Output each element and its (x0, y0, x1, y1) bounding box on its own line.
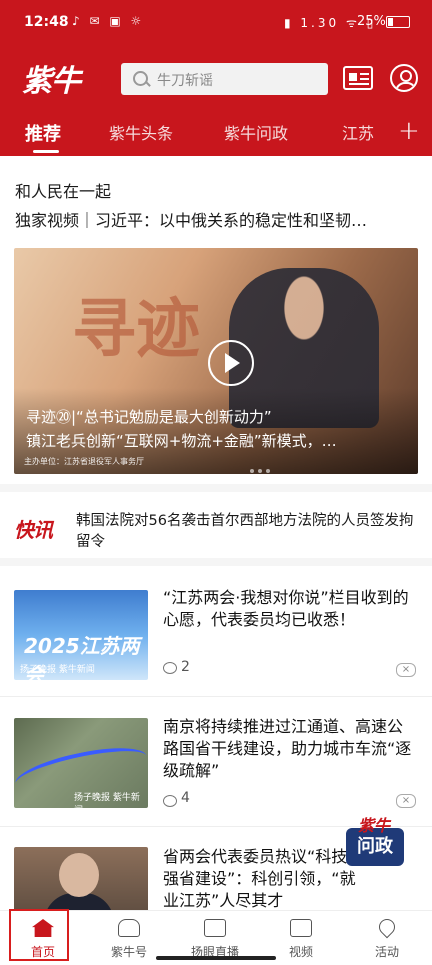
tab-jiangsu[interactable]: 江苏 (342, 120, 374, 144)
tab-ziniu-wenzheng[interactable]: 紫牛问政 (224, 120, 288, 144)
nav-activity-label: 活动 (374, 945, 399, 959)
play-icon[interactable] (208, 340, 254, 386)
kuaixun-logo: 快讯 (14, 518, 53, 542)
article-title[interactable]: “江苏两会·我想对你说”栏目收到的心愿，代表委员均已收悉！ (163, 587, 418, 631)
article-thumbnail[interactable]: 2025江苏两会 扬子晚报 紫牛新闻 (14, 590, 148, 680)
article-thumbnail[interactable]: 扬子晚报 紫牛新闻 (14, 718, 148, 808)
comment-icon (163, 662, 177, 674)
kuaixun-text[interactable]: 韩国法院对56名袭击首尔西部地方法院的人员签发拘留令 (76, 511, 416, 549)
status-time: 12:48 (24, 14, 69, 30)
clapper-icon (290, 919, 312, 937)
header-bar: 12:48 ♪ ✉ ▣ ☼ ▮ 1.30 ᯤ ▯ 25% 紫牛 牛刀斩谣 推荐 … (0, 0, 432, 156)
top-subheadline[interactable]: 独家视频｜习近平：以中俄关系的稳定性和坚韧… (15, 207, 420, 231)
comment-icon (163, 795, 177, 807)
hero-video-card[interactable]: 寻迹 寻迹⑳|“总书记勉励是最大创新动力” 镇江老兵创新“互联网+物流+金融”新… (14, 248, 418, 474)
comment-count: 4 (181, 790, 190, 806)
dislike-close-icon[interactable]: × (396, 794, 416, 808)
notification-icons: ♪ ✉ ▣ ☼ (72, 14, 145, 28)
tab-active-indicator (33, 150, 59, 153)
section-separator (0, 484, 432, 492)
search-bar[interactable]: 牛刀斩谣 (121, 63, 328, 95)
article-title[interactable]: 省两会代表委员热议“科技强省建设”：科创引领，“就业江苏”人尽其才 (163, 846, 363, 912)
app-logo[interactable]: 紫牛 (22, 56, 81, 100)
battery-level: 25% (357, 14, 386, 29)
status-bar: 12:48 ♪ ✉ ▣ ☼ ▮ 1.30 ᯤ ▯ 25% (0, 0, 432, 44)
section-separator (0, 558, 432, 566)
top-headline[interactable]: 和人民在一起 (15, 178, 111, 202)
carousel-dots (250, 458, 274, 474)
nav-activity[interactable]: 活动 (344, 911, 430, 965)
selection-highlight (9, 909, 69, 961)
badge-top: 紫牛 (358, 816, 391, 835)
thumb-brand: 扬子晚报 紫牛新闻 (74, 793, 140, 808)
thumb-brand: 扬子晚报 紫牛新闻 (20, 665, 95, 675)
system-home-indicator[interactable] (156, 956, 276, 960)
video-icon (204, 919, 226, 937)
hero-caption-line2: 镇江老兵创新“互联网+物流+金融”新模式，… (26, 432, 337, 450)
search-icon (133, 71, 148, 86)
tab-ziniu-headlines[interactable]: 紫牛头条 (109, 120, 173, 144)
tab-recommend[interactable]: 推荐 (25, 120, 61, 146)
newspaper-icon[interactable] (343, 66, 373, 90)
floating-wenzheng-badge[interactable]: 问政 紫牛 (342, 816, 412, 874)
comment-count: 2 (181, 659, 190, 675)
hero-calligraphy: 寻迹 (72, 292, 200, 367)
battery-icon (386, 16, 410, 28)
ox-icon (118, 919, 140, 937)
hero-footer: 主办单位：江苏省退役军人事务厅 (24, 457, 144, 466)
user-profile-icon[interactable] (390, 64, 418, 92)
article-title[interactable]: 南京将持续推进过江通道、高速公路国省干线建设，助力城市车流“逐级疏解” (163, 716, 418, 782)
add-channel-icon[interactable]: + (398, 116, 420, 146)
search-placeholder: 牛刀斩谣 (157, 73, 213, 89)
hero-caption-line1: 寻迹⑳|“总书记勉励是最大创新动力” (26, 408, 272, 426)
dislike-close-icon[interactable]: × (396, 663, 416, 677)
location-icon (375, 915, 399, 939)
